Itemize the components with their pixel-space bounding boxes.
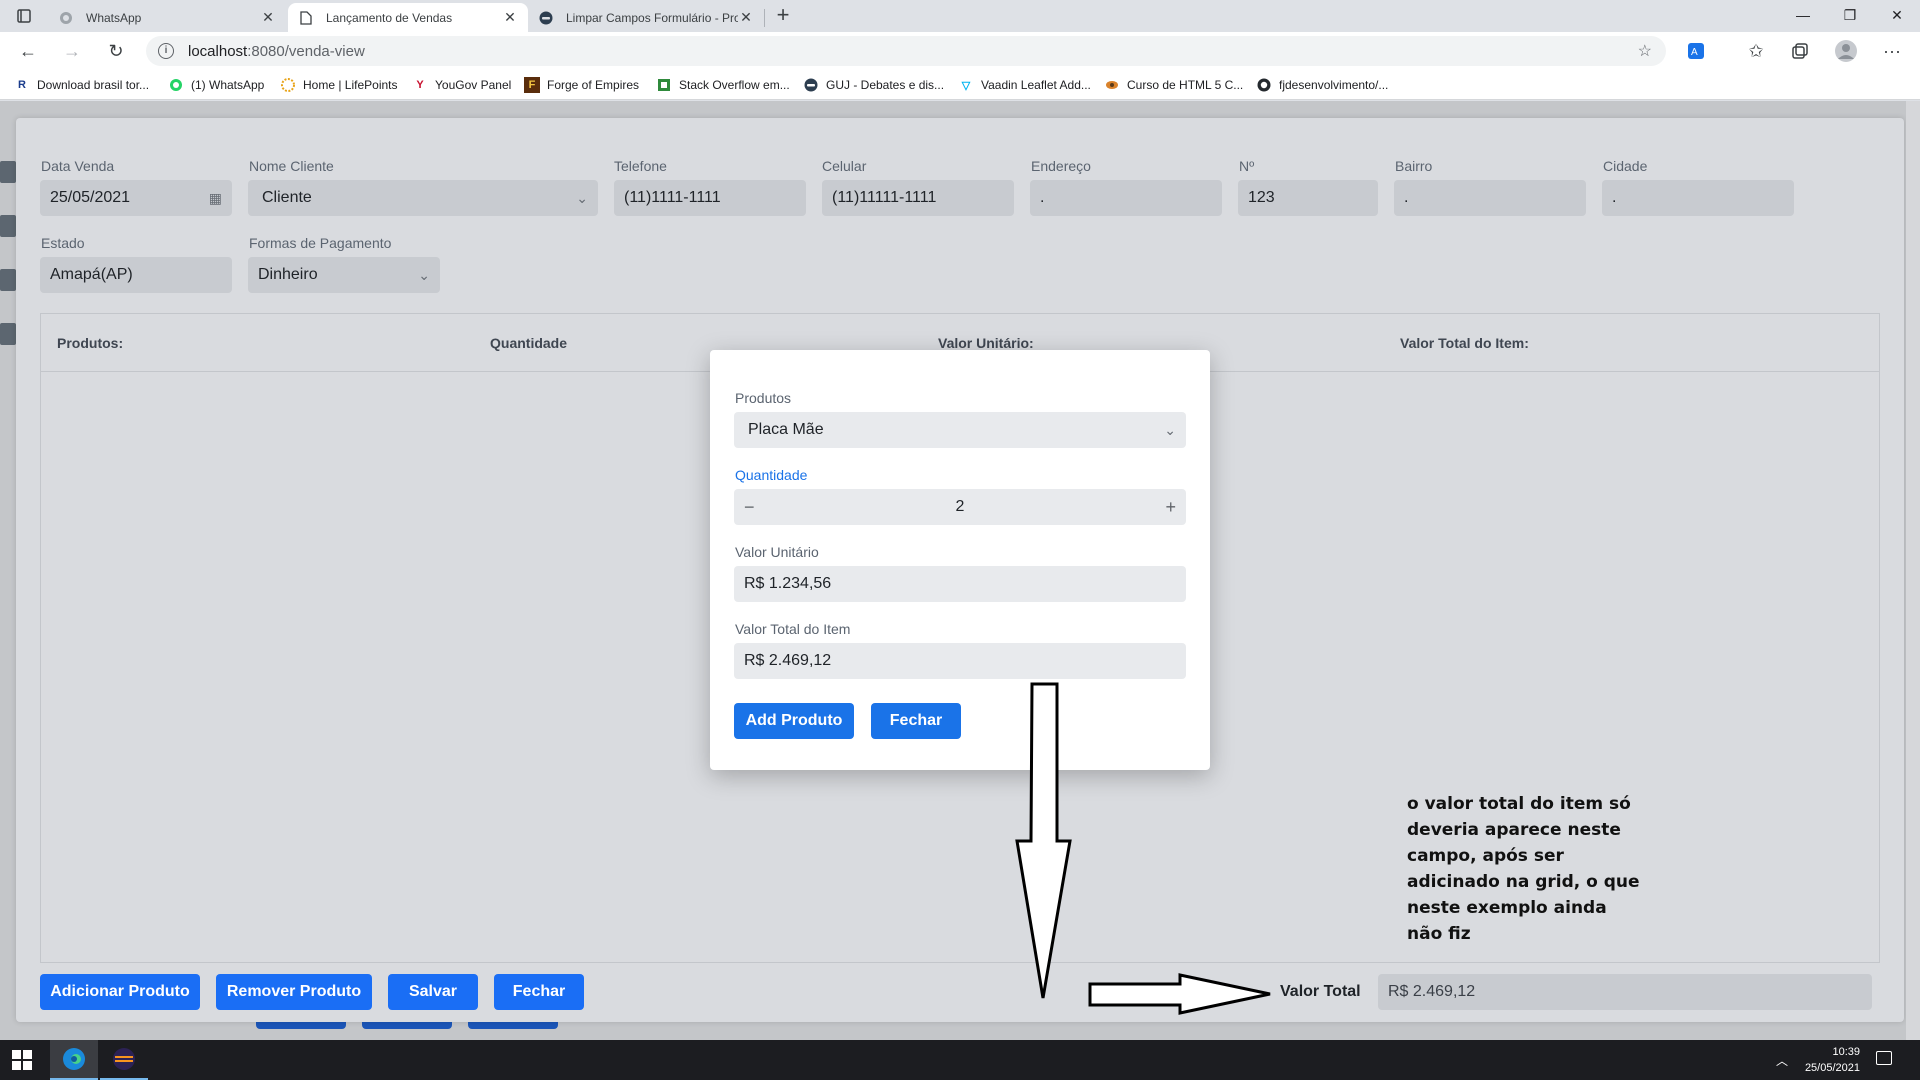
- more-icon: ···: [1883, 40, 1901, 61]
- new-tab-button[interactable]: +: [770, 3, 796, 29]
- bookmark-whatsapp[interactable]: (1) WhatsApp: [168, 77, 264, 93]
- url-text[interactable]: localhost:8080/venda-view: [188, 43, 365, 60]
- add-favorite-icon[interactable]: ☆: [1638, 41, 1652, 61]
- url-path: :8080/venda-view: [247, 43, 365, 60]
- bookmark-download-brasil[interactable]: R Download brasil tor...: [14, 77, 149, 93]
- bookmark-lifepoints[interactable]: Home | LifePoints: [280, 77, 398, 93]
- yougov-icon: Y: [416, 79, 424, 91]
- forward-button[interactable]: →: [58, 37, 86, 65]
- whatsapp-icon: [58, 10, 74, 26]
- whatsapp-icon: [168, 77, 184, 93]
- favorites-icon: ✩: [1748, 40, 1764, 61]
- settings-menu-button[interactable]: ···: [1878, 37, 1906, 65]
- close-icon: ✕: [1891, 6, 1903, 23]
- bookmark-stackoverflow[interactable]: Stack Overflow em...: [656, 77, 790, 93]
- url-host: localhost: [188, 43, 248, 60]
- bookmark-github[interactable]: fjdesenvolvimento/...: [1256, 77, 1388, 93]
- profile-button[interactable]: [1832, 37, 1860, 65]
- chevron-up-icon[interactable]: ︿: [1776, 1052, 1788, 1069]
- windows-taskbar: ︿ 10:39 25/05/2021: [0, 1040, 1920, 1080]
- bookmark-label: Curso de HTML 5 C...: [1127, 78, 1244, 92]
- page-viewport: Data Venda 25/05/2021 ▦ Nome Cliente Cli…: [0, 101, 1920, 1040]
- tab-separator: [764, 9, 765, 27]
- collections-icon: [1792, 43, 1808, 59]
- info-icon[interactable]: i: [158, 43, 174, 59]
- tab-bar: WhatsApp ✕ Lançamento de Vendas ✕ Limpar…: [0, 0, 1920, 32]
- bookmark-label: fjdesenvolvimento/...: [1279, 78, 1389, 92]
- edge-icon: [63, 1048, 85, 1070]
- tab-actions-button[interactable]: [6, 4, 42, 28]
- close-tab-icon[interactable]: ✕: [260, 9, 276, 26]
- curso-icon: [1104, 77, 1120, 93]
- bookmark-curso-html[interactable]: Curso de HTML 5 C...: [1104, 77, 1243, 93]
- windows-logo-icon: [23, 1050, 32, 1059]
- plus-icon: +: [776, 2, 790, 27]
- arrow-right-icon: →: [63, 40, 81, 61]
- bookmark-forge-of-empires[interactable]: F Forge of Empires: [524, 77, 639, 93]
- forge-icon: F: [524, 77, 540, 93]
- bookmark-label: Download brasil tor...: [37, 78, 150, 92]
- bookmark-label: GUJ - Debates e dis...: [826, 78, 945, 92]
- restore-icon: ❐: [1843, 6, 1857, 23]
- reload-button[interactable]: ↻: [102, 37, 130, 65]
- stackoverflow-icon: [538, 10, 554, 26]
- browser-toolbar: ← → ↻ i localhost:8080/venda-view ☆ A ✩ …: [0, 32, 1920, 70]
- bookmark-label: Forge of Empires: [547, 78, 640, 92]
- page-icon: [298, 10, 314, 26]
- bookmarks-bar: R Download brasil tor... (1) WhatsApp Hom…: [0, 70, 1920, 100]
- notification-icon[interactable]: [1876, 1051, 1892, 1065]
- windows-logo-icon: [12, 1061, 21, 1070]
- page-scrollbar[interactable]: [1906, 101, 1920, 1040]
- restore-button[interactable]: ❐: [1827, 0, 1873, 30]
- close-window-button[interactable]: ✕: [1874, 0, 1920, 30]
- stackoverflow-icon: [656, 77, 672, 93]
- bookmark-label: Vaadin Leaflet Add...: [981, 78, 1091, 92]
- bookmark-r-icon: R: [18, 79, 26, 91]
- taskbar-edge[interactable]: [50, 1040, 98, 1080]
- github-icon: [1256, 77, 1272, 93]
- arrow-left-icon: ←: [19, 40, 37, 61]
- bookmark-guj[interactable]: GUJ - Debates e dis...: [803, 77, 944, 93]
- tab-title: Limpar Campos Formulário - Pro: [566, 10, 738, 25]
- windows-logo-icon: [12, 1050, 21, 1059]
- minimize-button[interactable]: —: [1780, 0, 1826, 30]
- svg-text:A: A: [1691, 47, 1698, 58]
- annotation-arrows: [1015, 682, 1271, 1015]
- tab-title: WhatsApp: [86, 10, 142, 25]
- tab-limpar-campos[interactable]: Limpar Campos Formulário - Pro ✕: [528, 3, 764, 32]
- clock-time: 10:39: [1832, 1046, 1860, 1058]
- back-button[interactable]: ←: [14, 37, 42, 65]
- bookmark-vaadin[interactable]: ▽ Vaadin Leaflet Add...: [958, 77, 1091, 93]
- lifepoints-icon: [280, 77, 296, 93]
- address-bar[interactable]: i localhost:8080/venda-view ☆: [146, 36, 1666, 66]
- tab-lancamento-vendas[interactable]: Lançamento de Vendas ✕: [288, 3, 528, 32]
- collections-button[interactable]: [1786, 37, 1814, 65]
- reload-icon: ↻: [108, 40, 124, 61]
- translate-button[interactable]: A: [1682, 37, 1710, 65]
- arrow-right-shape: [1088, 973, 1271, 1015]
- windows-start-button[interactable]: [12, 1050, 32, 1070]
- bookmark-label: (1) WhatsApp: [191, 78, 265, 92]
- favorites-button[interactable]: ✩: [1742, 37, 1770, 65]
- guj-icon: [803, 77, 819, 93]
- bookmark-label: Stack Overflow em...: [679, 78, 790, 92]
- tab-actions-icon: [17, 9, 31, 23]
- taskbar-clock[interactable]: 10:39 25/05/2021: [1800, 1044, 1860, 1076]
- eclipse-icon: [113, 1048, 135, 1070]
- taskbar-eclipse[interactable]: [100, 1040, 148, 1080]
- bookmark-yougov[interactable]: Y YouGov Panel: [412, 77, 511, 93]
- tab-whatsapp[interactable]: WhatsApp ✕: [48, 3, 286, 32]
- vaadin-icon: ▽: [961, 79, 971, 92]
- windows-logo-icon: [23, 1061, 32, 1070]
- bookmark-label: YouGov Panel: [435, 78, 512, 92]
- close-tab-icon[interactable]: ✕: [738, 9, 754, 26]
- minimize-icon: —: [1796, 7, 1810, 23]
- tab-title: Lançamento de Vendas: [326, 10, 453, 25]
- bookmark-label: Home | LifePoints: [303, 78, 398, 92]
- translate-icon: A: [1688, 43, 1704, 59]
- arrow-down-shape: [1015, 682, 1072, 999]
- avatar-icon: [1835, 40, 1857, 62]
- clock-date: 25/05/2021: [1804, 1062, 1860, 1074]
- close-tab-icon[interactable]: ✕: [502, 9, 518, 26]
